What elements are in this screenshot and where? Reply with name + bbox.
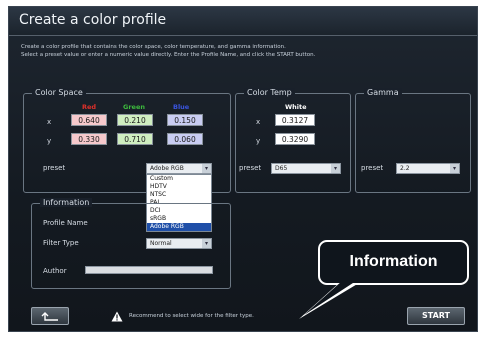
dialog-window: Create a color profile Create a color pr… xyxy=(8,6,478,332)
callout-pointer xyxy=(299,281,359,319)
